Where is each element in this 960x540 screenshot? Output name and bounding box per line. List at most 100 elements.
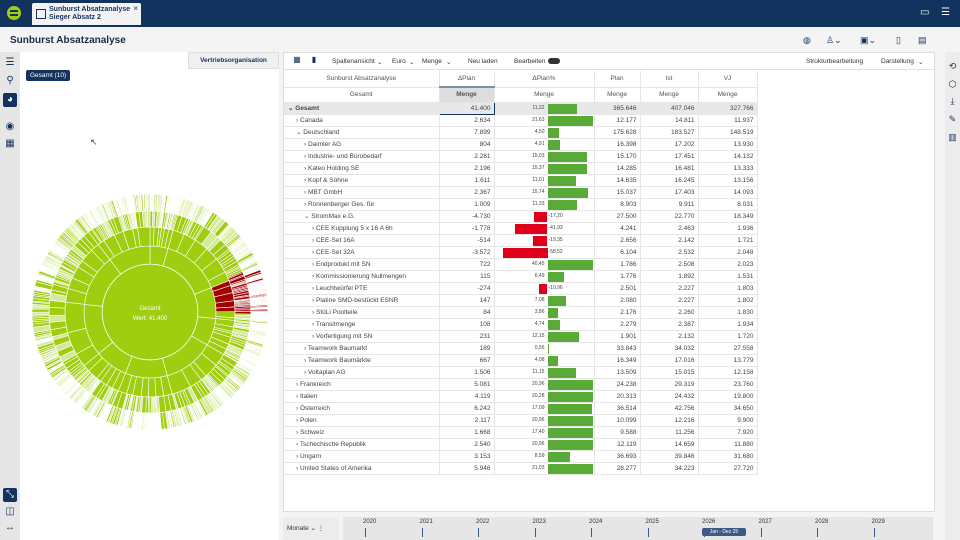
chevron-right-icon[interactable]: › <box>296 381 298 388</box>
row-label[interactable]: › Platine SMD-bestückt ESNR <box>284 294 440 307</box>
row-label[interactable]: › CEE-Set 16A <box>284 234 440 247</box>
book-icon[interactable]: ▥ <box>947 132 958 143</box>
column-header[interactable]: Ist <box>640 71 699 88</box>
table-row[interactable]: › Ungarn 3.153 8,59 36.693 39.846 31.680 <box>284 450 758 463</box>
sunburst-segment[interactable] <box>48 314 66 323</box>
sunburst-icon[interactable]: ◕ <box>3 93 17 107</box>
table-row[interactable]: ⌄ Deutschland 7.899 4,50 175.628 183.527… <box>284 126 758 139</box>
timeline-axis[interactable]: Jan - Dez 25 2020 2021 2022 2023 2024 2025 202… <box>343 517 933 540</box>
table-row[interactable]: › Schweiz 1.668 17,40 9.588 11.256 7.920 <box>284 426 758 439</box>
delta-plan-cell[interactable]: 3.153 <box>439 450 495 463</box>
ist-cell[interactable]: 34.032 <box>640 342 699 355</box>
column-header[interactable]: ΔPlan% <box>494 71 595 88</box>
row-label[interactable]: ⌄ StromMax e.G. <box>284 210 440 223</box>
table-row[interactable]: › Teamwork Baumarkt 189 0,56 33.843 34.0… <box>284 342 758 355</box>
grid-icon[interactable]: ▦ <box>3 137 17 151</box>
vj-cell[interactable]: 18.349 <box>698 210 758 223</box>
plan-cell[interactable]: 10.099 <box>594 414 641 427</box>
table-row[interactable]: › Transitmenge 108 4,74 2.279 2.387 1.93… <box>284 318 758 331</box>
plan-cell[interactable]: 365.646 <box>594 102 641 115</box>
ist-cell[interactable]: 2.227 <box>640 294 699 307</box>
vj-cell[interactable]: 1.531 <box>698 270 758 283</box>
sunburst-segment[interactable] <box>48 306 66 316</box>
sunburst-segment[interactable] <box>215 306 236 313</box>
chevron-right-icon[interactable]: › <box>304 153 306 160</box>
chart-view-icon[interactable]: ▮ <box>307 55 321 68</box>
vj-cell[interactable]: 1.803 <box>698 282 758 295</box>
ist-cell[interactable]: 22.770 <box>640 210 699 223</box>
delta-plan-cell[interactable]: 2.634 <box>439 114 495 127</box>
vj-cell[interactable]: 11.880 <box>698 438 758 451</box>
table-row[interactable]: › Daimler AG 804 4,91 16.398 17.202 13.9… <box>284 138 758 151</box>
save-icon[interactable]: ▤ <box>918 35 927 46</box>
chevron-right-icon[interactable]: › <box>312 321 314 328</box>
table-row[interactable]: › Vorfertigung mit SN 231 12,15 1.901 2.… <box>284 330 758 343</box>
ist-cell[interactable]: 16.481 <box>640 162 699 175</box>
table-row[interactable]: › Endprodukt mit SN 722 40,45 1.786 2.50… <box>284 258 758 271</box>
row-label[interactable]: › Polen <box>284 414 440 427</box>
delta-plan-cell[interactable]: 804 <box>439 138 495 151</box>
chevron-right-icon[interactable]: › <box>296 429 298 436</box>
table-row[interactable]: › CEE-Set 32A -3.572 -58,52 6.104 2.532 … <box>284 246 758 259</box>
ist-cell[interactable]: 42.756 <box>640 402 699 415</box>
ist-cell[interactable]: 29.319 <box>640 378 699 391</box>
delta-plan-cell[interactable]: 189 <box>439 342 495 355</box>
ist-cell[interactable]: 2.227 <box>640 282 699 295</box>
period-unit-dropdown[interactable]: Monate ⌄ ⋮ <box>283 517 339 540</box>
vj-cell[interactable]: 19.800 <box>698 390 758 403</box>
plan-cell[interactable]: 36.693 <box>594 450 641 463</box>
delta-plan-cell[interactable]: 2.117 <box>439 414 495 427</box>
sunburst-chart[interactable]: Gesamt Wert: 41.400 <box>30 192 270 432</box>
ist-cell[interactable]: 15.015 <box>640 366 699 379</box>
plan-cell[interactable]: 14.285 <box>594 162 641 175</box>
delta-plan-cell[interactable]: 7.899 <box>439 126 495 139</box>
pencil-icon[interactable]: ✎ <box>947 114 958 125</box>
row-label[interactable]: › Leuchtwürfel PTE <box>284 282 440 295</box>
ist-cell[interactable]: 34.223 <box>640 462 699 475</box>
chevron-right-icon[interactable]: › <box>304 357 306 364</box>
chevron-right-icon[interactable]: › <box>312 309 314 316</box>
row-label[interactable]: › Canada <box>284 114 440 127</box>
table-row[interactable]: › Frankreich 5.081 20,96 24.238 29.319 2… <box>284 378 758 391</box>
delta-plan-cell[interactable]: -4.730 <box>439 210 495 223</box>
table-row[interactable]: › Polen 2.117 20,96 10.099 12.216 9.900 <box>284 414 758 427</box>
table-row[interactable]: ⌄ Gesamt 41.400 11,32 365.646 407.046 32… <box>284 101 758 115</box>
table-row[interactable]: › StüLi Poolteile 84 3,86 2.176 2.260 1.… <box>284 306 758 319</box>
row-label[interactable]: › Schweiz <box>284 426 440 439</box>
ist-cell[interactable]: 17.202 <box>640 138 699 151</box>
plan-cell[interactable]: 15.037 <box>594 186 641 199</box>
vj-cell[interactable]: 7.920 <box>698 426 758 439</box>
vj-cell[interactable]: 2.023 <box>698 258 758 271</box>
ist-cell[interactable]: 2.142 <box>640 234 699 247</box>
plan-cell[interactable]: 13.509 <box>594 366 641 379</box>
delta-plan-cell[interactable]: 1.668 <box>439 426 495 439</box>
plan-cell[interactable]: 14.635 <box>594 174 641 187</box>
row-label[interactable]: › Teamwork Baumärkte <box>284 354 440 367</box>
plan-cell[interactable]: 1.776 <box>594 270 641 283</box>
row-label[interactable]: › Vorfertigung mit SN <box>284 330 440 343</box>
vj-cell[interactable]: 31.680 <box>698 450 758 463</box>
plan-cell[interactable]: 28.277 <box>594 462 641 475</box>
chevron-down-icon[interactable]: ⌄ <box>288 105 293 112</box>
row-label[interactable]: › Transitmenge <box>284 318 440 331</box>
document-icon[interactable]: ▯ <box>896 35 901 46</box>
row-label[interactable]: ⌄ Deutschland <box>284 126 440 139</box>
plan-cell[interactable]: 4.241 <box>594 222 641 235</box>
vj-cell[interactable]: 1.720 <box>698 330 758 343</box>
chevron-down-icon[interactable]: ⌄ <box>296 129 301 136</box>
row-label[interactable]: › Österreich <box>284 402 440 415</box>
ist-cell[interactable]: 39.846 <box>640 450 699 463</box>
ist-cell[interactable]: 9.911 <box>640 198 699 211</box>
ist-cell[interactable]: 17.451 <box>640 150 699 163</box>
table-row[interactable]: › Leuchtwürfel PTE -274 -10,96 2.501 2.2… <box>284 282 758 295</box>
reload-button[interactable]: Neu laden <box>468 58 498 65</box>
table-row[interactable]: ⌄ StromMax e.G. -4.730 -17,20 27.500 22.… <box>284 210 758 223</box>
row-label[interactable]: › Teamwork Baumarkt <box>284 342 440 355</box>
cube-icon[interactable]: ⬡ <box>947 79 958 90</box>
delta-plan-cell[interactable]: -514 <box>439 234 495 247</box>
chevron-right-icon[interactable]: › <box>304 141 306 148</box>
column-header[interactable]: VJ <box>698 71 758 88</box>
ist-cell[interactable]: 2.463 <box>640 222 699 235</box>
delta-plan-cell[interactable]: 84 <box>439 306 495 319</box>
delta-plan-cell[interactable]: 1.611 <box>439 174 495 187</box>
